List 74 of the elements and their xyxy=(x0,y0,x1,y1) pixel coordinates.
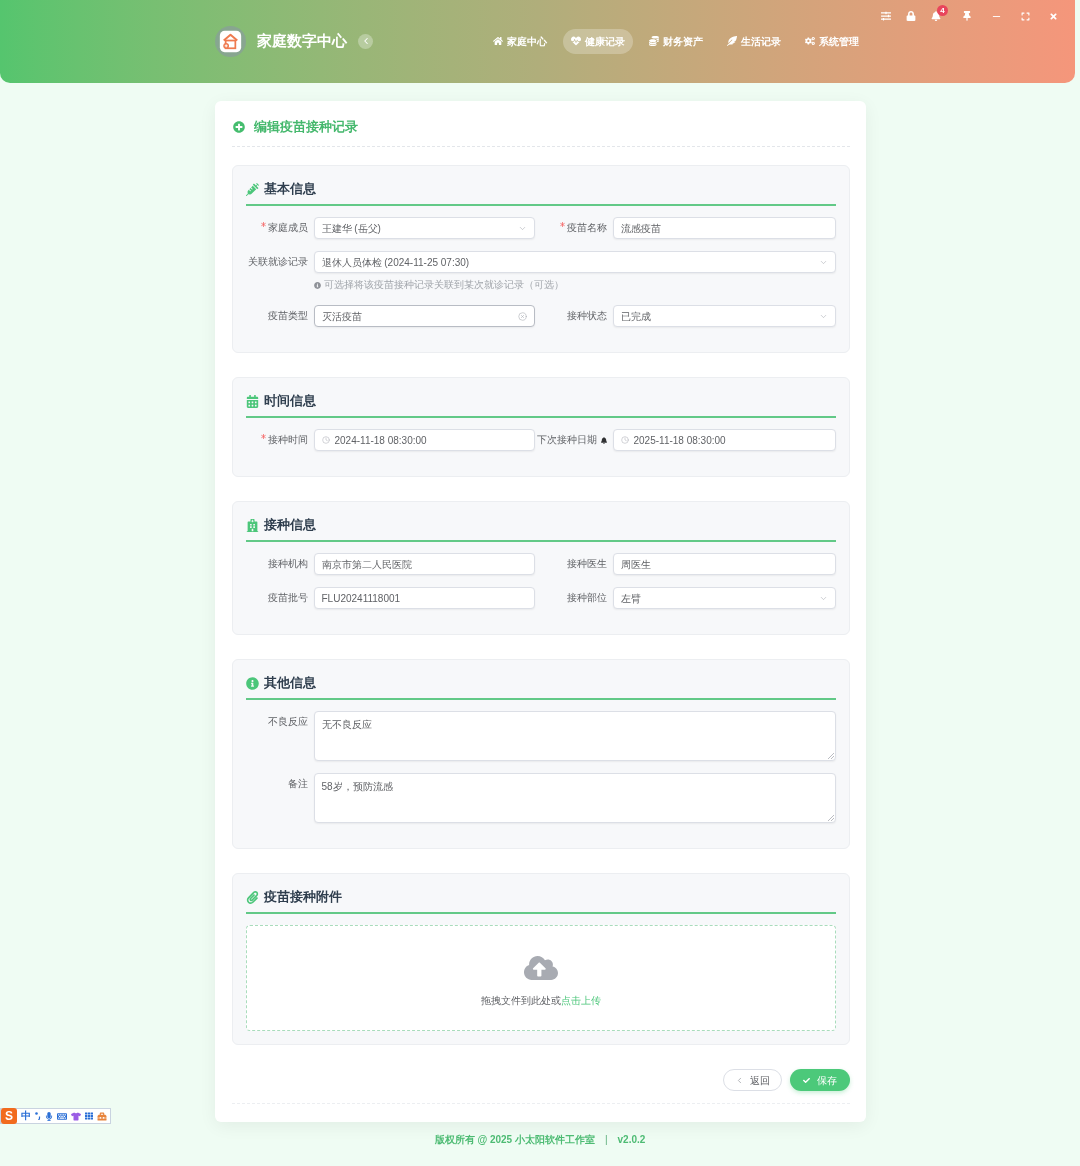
textarea-field[interactable]: 无不良反应 xyxy=(313,711,836,761)
resize-handle-icon xyxy=(827,815,834,821)
collapse-button[interactable] xyxy=(358,33,373,49)
pin-icon[interactable] xyxy=(962,11,972,21)
upload-dropzone[interactable]: 拖拽文件到此处或点击上传 xyxy=(245,925,836,1031)
back-button[interactable]: 返回 xyxy=(722,1069,782,1091)
text-field[interactable]: 流感疫苗 xyxy=(612,217,836,239)
textarea-field[interactable]: 58岁，预防流感 xyxy=(313,773,836,823)
calendar-icon xyxy=(245,394,259,408)
copyright-text: 版权所有 @ 2025 小太阳软件工作室 xyxy=(434,1133,595,1147)
section-title: 基本信息 xyxy=(263,181,316,197)
lock-icon[interactable] xyxy=(906,11,916,21)
field-label: 接种时间 xyxy=(267,433,308,447)
field-label: 关联就诊记录 xyxy=(247,255,308,269)
microphone-icon[interactable] xyxy=(45,1111,53,1121)
text-field[interactable]: 周医生 xyxy=(612,553,836,575)
text-field[interactable]: FLU20241118001 xyxy=(313,587,535,609)
field-label: 接种机构 xyxy=(267,557,308,571)
field-label: 接种状态 xyxy=(566,309,607,323)
field-label: 疫苗名称 xyxy=(566,221,607,235)
section-title: 接种信息 xyxy=(263,517,316,533)
shirt-icon[interactable] xyxy=(71,1111,81,1121)
clock-icon xyxy=(620,436,629,444)
coins-icon xyxy=(649,36,659,46)
paperclip-icon xyxy=(245,890,259,904)
section-title: 其他信息 xyxy=(263,675,316,691)
field-label: 不良反应 xyxy=(267,715,308,729)
feather-icon xyxy=(727,36,737,46)
notification-bell-icon[interactable] xyxy=(931,11,941,21)
version-text: v2.0.2 xyxy=(617,1133,646,1147)
close-icon[interactable] xyxy=(1049,11,1058,21)
gears-icon xyxy=(805,36,815,46)
sliders-icon[interactable] xyxy=(881,11,891,21)
cloud-upload-icon xyxy=(523,954,558,982)
section-title: 疫苗接种附件 xyxy=(263,889,342,905)
datetime-field[interactable]: 2025-11-18 08:30:00 xyxy=(612,429,836,451)
info-icon xyxy=(313,281,321,289)
heart-pulse-icon xyxy=(571,36,581,46)
notification-badge: 4 xyxy=(937,5,948,16)
field-label: 疫苗类型 xyxy=(267,309,308,323)
field-hint: 可选择将该疫苗接种记录关联到某次就诊记录（可选） xyxy=(323,279,564,291)
punctuation-icon[interactable] xyxy=(35,1112,41,1120)
select-field[interactable]: 灭活疫苗 xyxy=(313,305,535,327)
home-icon xyxy=(493,36,503,46)
text-field[interactable]: 南京市第二人民医院 xyxy=(313,553,535,575)
hospital-icon xyxy=(245,518,259,532)
clock-icon xyxy=(321,436,330,444)
field-label: 下次接种日期 xyxy=(536,433,597,447)
field-label: 家庭成员 xyxy=(267,221,308,235)
form-title: 编辑疫苗接种记录 xyxy=(253,119,358,135)
footer-separator: | xyxy=(604,1133,608,1147)
app-title: 家庭数字中心 xyxy=(257,30,347,51)
select-field[interactable]: 已完成 xyxy=(612,305,836,327)
keyboard-icon[interactable] xyxy=(57,1111,67,1121)
toolbox-icon[interactable] xyxy=(97,1111,107,1121)
ime-mode-toggle[interactable]: 中 xyxy=(21,1109,31,1123)
select-field[interactable]: 左臂 xyxy=(612,587,836,609)
field-label: 疫苗批号 xyxy=(267,591,308,605)
check-icon xyxy=(802,1076,810,1084)
house-logo-icon xyxy=(215,25,246,57)
section-title: 时间信息 xyxy=(263,393,316,409)
info-icon xyxy=(245,676,259,690)
fullscreen-icon[interactable] xyxy=(1021,11,1030,21)
select-field[interactable]: 王建华 (岳父) xyxy=(313,217,535,239)
field-label: 接种部位 xyxy=(566,591,607,605)
select-field[interactable]: 退休人员体检 (2024-11-25 07:30) xyxy=(313,251,836,273)
field-label: 接种医生 xyxy=(566,557,607,571)
syringe-icon xyxy=(245,182,259,196)
datetime-field[interactable]: 2024-11-18 08:30:00 xyxy=(313,429,535,451)
grid-icon[interactable] xyxy=(85,1112,93,1120)
upload-hint: 拖拽文件到此处或点击上传 xyxy=(480,994,601,1008)
field-label: 备注 xyxy=(287,777,308,791)
resize-handle-icon xyxy=(827,753,834,759)
clear-icon[interactable] xyxy=(517,311,527,321)
